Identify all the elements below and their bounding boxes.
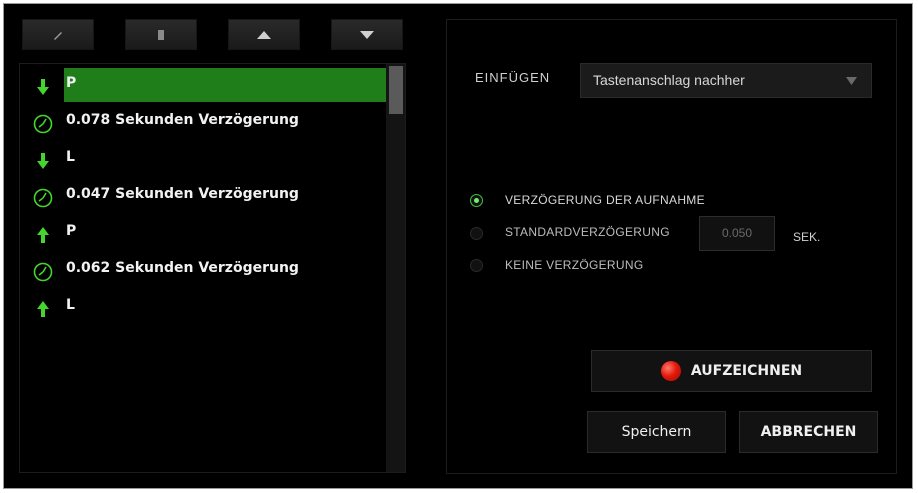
selection-highlight [64, 68, 388, 102]
key-up-arrow-icon [32, 298, 54, 320]
list-item-text: P [66, 223, 77, 239]
clock-icon [32, 187, 54, 209]
save-button-label: Speichern [621, 424, 692, 440]
option-default-delay-label: STANDARDVERZÖGERUNG [505, 225, 670, 239]
radio-record-delay[interactable] [470, 194, 483, 207]
clock-icon [32, 261, 54, 283]
record-button-label: AUFZEICHNEN [690, 363, 803, 379]
list-item-text: 0.047 Sekunden Verzögerung [66, 186, 299, 202]
list-scrollbar[interactable] [386, 64, 405, 472]
arrow-up-icon [257, 30, 271, 39]
edit-button[interactable] [22, 19, 94, 50]
insert-label: EINFÜGEN [475, 70, 551, 85]
delete-button[interactable] [125, 19, 197, 50]
list-item[interactable]: P [20, 215, 388, 251]
delay-unit-label: SEK. [793, 230, 821, 244]
key-down-arrow-icon [32, 150, 54, 172]
list-item[interactable]: L [20, 141, 388, 177]
default-delay-input[interactable]: 0.050 [699, 216, 775, 251]
clock-icon [32, 113, 54, 135]
list-item-text: 0.062 Sekunden Verzögerung [66, 260, 299, 276]
list-item[interactable]: P [20, 67, 388, 103]
option-no-delay-label: KEINE VERZÖGERUNG [505, 258, 644, 272]
record-icon [660, 361, 681, 381]
list-item[interactable]: L [20, 289, 388, 325]
record-button[interactable]: AUFZEICHNEN [591, 350, 872, 392]
list-item-text: P [66, 75, 77, 91]
insert-dropdown[interactable]: Tastenanschlag nachher [580, 63, 872, 98]
key-up-arrow-icon [32, 224, 54, 246]
radio-no-delay[interactable] [470, 259, 483, 272]
option-record-delay-label: VERZÖGERUNG DER AUFNAHME [505, 193, 705, 207]
macro-event-list[interactable]: P 0.078 Sekunden Verzögerung L 0.047 Sek… [19, 63, 406, 473]
radio-default-delay[interactable] [470, 227, 483, 240]
cancel-button-label: ABBRECHEN [760, 424, 857, 440]
key-down-arrow-icon [32, 76, 54, 98]
list-item-text: L [66, 297, 75, 313]
list-item[interactable]: 0.047 Sekunden Verzögerung [20, 178, 388, 214]
arrow-down-icon [360, 30, 374, 39]
save-button[interactable]: Speichern [587, 411, 726, 453]
move-up-button[interactable] [228, 19, 300, 50]
list-item[interactable]: 0.078 Sekunden Verzögerung [20, 104, 388, 140]
cancel-button[interactable]: ABBRECHEN [739, 411, 878, 453]
list-item[interactable]: 0.062 Sekunden Verzögerung [20, 252, 388, 288]
move-down-button[interactable] [331, 19, 403, 50]
list-item-text: L [66, 149, 75, 165]
insert-dropdown-value: Tastenanschlag nachher [593, 72, 745, 88]
chevron-down-icon [846, 77, 857, 85]
pencil-icon [54, 31, 62, 40]
list-item-text: 0.078 Sekunden Verzögerung [66, 112, 299, 128]
trash-icon [158, 29, 164, 40]
scrollbar-thumb[interactable] [389, 66, 403, 114]
